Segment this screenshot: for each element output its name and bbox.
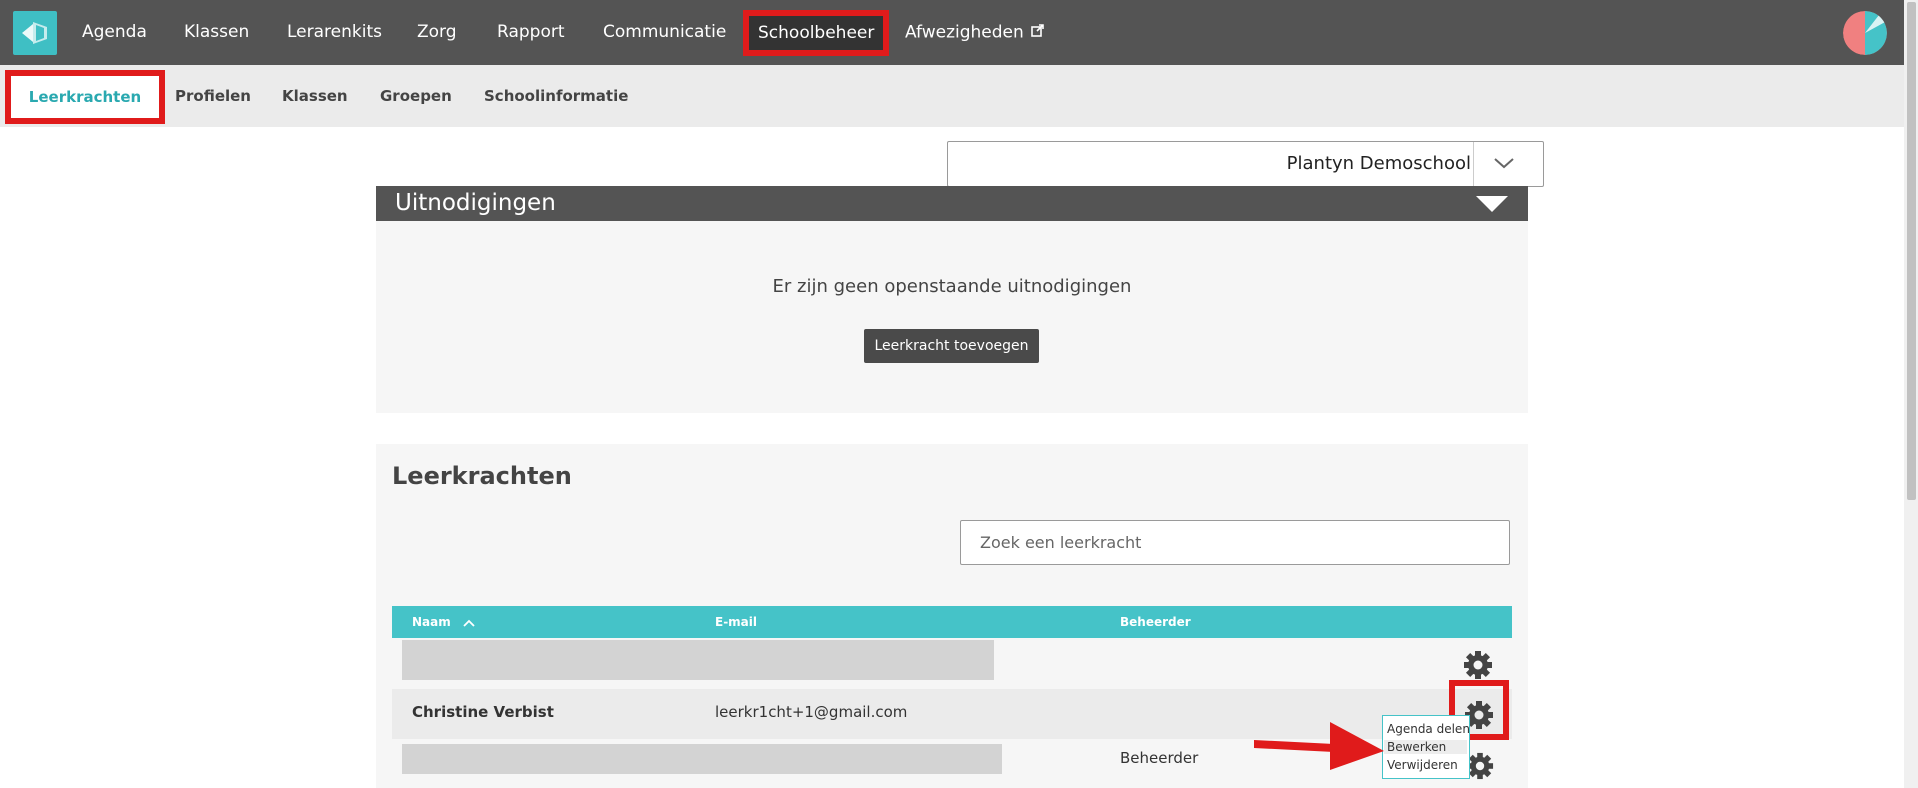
table-row bbox=[392, 638, 1512, 688]
page-scrollbar-thumb[interactable] bbox=[1907, 2, 1916, 500]
teacher-email: leerkr1cht+1@gmail.com bbox=[715, 703, 908, 721]
menu-item-share-agenda[interactable]: Agenda delen bbox=[1387, 722, 1469, 736]
menu-item-edit[interactable]: Bewerken bbox=[1384, 740, 1467, 754]
teacher-search-input[interactable] bbox=[960, 520, 1510, 565]
nav-zorg[interactable]: Zorg bbox=[417, 0, 457, 65]
add-teacher-button[interactable]: Leerkracht toevoegen bbox=[864, 329, 1039, 363]
school-select[interactable]: Plantyn Demoschool bbox=[947, 141, 1544, 187]
column-header-name-label: Naam bbox=[412, 615, 451, 629]
redacted-block bbox=[402, 640, 994, 680]
app-logo-icon[interactable] bbox=[13, 11, 57, 55]
teachers-table-header: Naam E-mail Beheerder bbox=[392, 606, 1512, 638]
teacher-name: Christine Verbist bbox=[412, 703, 554, 721]
user-avatar-icon[interactable] bbox=[1843, 11, 1887, 55]
chevron-down-icon[interactable] bbox=[1493, 155, 1515, 175]
nav-schoolbeheer[interactable]: Schoolbeheer bbox=[742, 10, 890, 56]
subnav-klassen[interactable]: Klassen bbox=[282, 65, 348, 127]
nav-communicatie[interactable]: Communicatie bbox=[603, 0, 726, 65]
teachers-title: Leerkrachten bbox=[392, 462, 572, 490]
sub-navigation: Leerkrachten Profielen Klassen Groepen S… bbox=[0, 65, 1904, 127]
subnav-profielen[interactable]: Profielen bbox=[175, 65, 251, 127]
nav-agenda[interactable]: Agenda bbox=[82, 0, 147, 65]
subnav-groepen[interactable]: Groepen bbox=[380, 65, 452, 127]
external-link-icon bbox=[1030, 0, 1044, 65]
column-header-name[interactable]: Naam bbox=[412, 606, 475, 639]
school-select-value: Plantyn Demoschool bbox=[1286, 153, 1471, 174]
invitations-body: Er zijn geen openstaande uitnodigingen L… bbox=[376, 221, 1528, 413]
gear-icon[interactable] bbox=[1466, 752, 1494, 780]
gear-icon[interactable] bbox=[1463, 650, 1493, 680]
top-navigation: Agenda Klassen Lerarenkits Zorg Rapport … bbox=[0, 0, 1904, 65]
nav-lerarenkits[interactable]: Lerarenkits bbox=[287, 0, 382, 65]
school-select-divider bbox=[1473, 142, 1474, 186]
column-header-admin[interactable]: Beheerder bbox=[1120, 606, 1191, 638]
redacted-block bbox=[402, 744, 1002, 774]
annotation-arrow bbox=[1254, 722, 1384, 770]
triangle-toggle-icon[interactable] bbox=[1476, 196, 1508, 217]
invitations-empty-text: Er zijn geen openstaande uitnodigingen bbox=[772, 276, 1132, 297]
invitations-header[interactable]: Uitnodigingen bbox=[376, 186, 1528, 221]
nav-klassen[interactable]: Klassen bbox=[184, 0, 249, 65]
nav-afwezigheden-label: Afwezigheden bbox=[905, 22, 1024, 43]
menu-item-delete[interactable]: Verwijderen bbox=[1387, 758, 1458, 772]
nav-afwezigheden[interactable]: Afwezigheden bbox=[905, 0, 1044, 65]
subnav-schoolinformatie[interactable]: Schoolinformatie bbox=[484, 65, 628, 127]
sort-asc-icon[interactable] bbox=[463, 607, 475, 639]
invitations-title: Uitnodigingen bbox=[395, 190, 556, 216]
subnav-leerkrachten[interactable]: Leerkrachten bbox=[5, 70, 165, 124]
column-header-email[interactable]: E-mail bbox=[715, 606, 757, 638]
nav-rapport[interactable]: Rapport bbox=[497, 0, 565, 65]
teacher-admin-flag: Beheerder bbox=[1120, 749, 1199, 767]
row-context-menu: Agenda delen Bewerken Verwijderen bbox=[1382, 715, 1470, 779]
